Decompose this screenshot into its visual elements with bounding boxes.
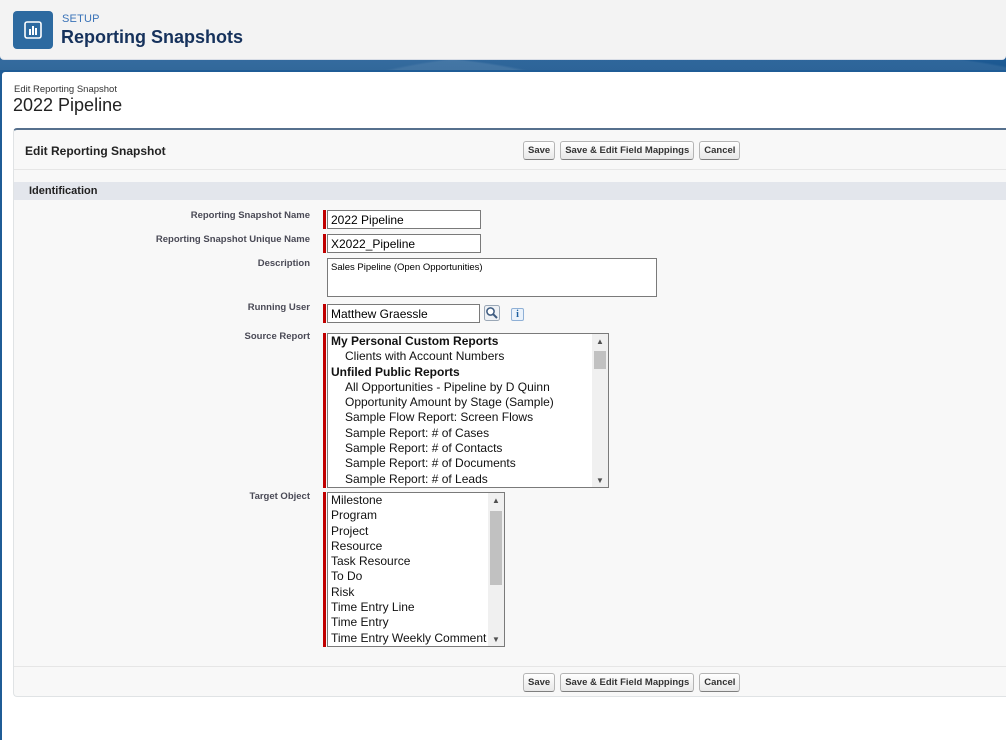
block-footer-divider (14, 666, 1006, 667)
required-indicator (323, 492, 326, 647)
running-user-input[interactable] (327, 304, 480, 323)
source-report-option[interactable]: Sample Report: # of Cases (328, 426, 608, 441)
scroll-down-icon[interactable]: ▼ (488, 632, 504, 646)
target-object-option[interactable]: Resource (328, 539, 504, 554)
cancel-button[interactable]: Cancel (699, 141, 741, 160)
scroll-up-icon[interactable]: ▲ (592, 334, 608, 348)
scrollbar-thumb[interactable] (594, 351, 606, 369)
required-indicator (323, 333, 326, 488)
source-report-scrollbar[interactable]: ▲ ▼ (592, 334, 608, 487)
snapshot-unique-name-label: Reporting Snapshot Unique Name (155, 234, 310, 245)
report-chart-icon (13, 11, 53, 49)
top-button-row: Save Save & Edit Field Mappings Cancel (523, 141, 741, 160)
info-icon[interactable]: i (511, 308, 524, 321)
source-report-option[interactable]: All Opportunities - Pipeline by D Quinn (328, 380, 608, 395)
description-label: Description (257, 258, 310, 269)
target-object-option[interactable]: Time Entry (328, 615, 504, 630)
block-header: Edit Reporting Snapshot Save Save & Edit… (14, 130, 1006, 170)
required-indicator (323, 210, 326, 229)
source-report-option[interactable]: Sample Report: # of Documents (328, 456, 608, 471)
running-user-label: Running User (247, 302, 310, 313)
source-report-listbox[interactable]: My Personal Custom Reports Clients with A… (327, 333, 609, 488)
target-object-option[interactable]: Time Entry Line (328, 600, 504, 615)
block-title: Edit Reporting Snapshot (25, 144, 166, 158)
snapshot-unique-name-input[interactable] (327, 234, 481, 253)
target-object-option[interactable]: Task Resource (328, 554, 504, 569)
page-eyebrow: Edit Reporting Snapshot (14, 84, 117, 95)
source-report-option[interactable]: Sample Flow Report: Screen Flows (328, 410, 608, 425)
setup-title: Reporting Snapshots (61, 27, 244, 47)
section-title: Identification (29, 185, 98, 197)
target-object-option[interactable]: To Do (328, 569, 504, 584)
lookup-search-icon[interactable] (484, 305, 500, 321)
source-report-group-label: Unfiled Public Reports (331, 364, 460, 379)
snapshot-name-input[interactable] (327, 210, 481, 229)
save-edit-field-mappings-button[interactable]: Save & Edit Field Mappings (560, 673, 695, 692)
source-report-option[interactable]: Opportunity Amount by Stage (Sample) (328, 395, 608, 410)
cancel-button[interactable]: Cancel (699, 673, 741, 692)
edit-block: Edit Reporting Snapshot Save Save & Edit… (13, 128, 1006, 697)
setup-header-background: SETUP Reporting Snapshots (0, 0, 1006, 70)
description-textarea[interactable]: Sales Pipeline (Open Opportunities) (327, 258, 657, 297)
snapshot-name-label: Reporting Snapshot Name (190, 210, 310, 221)
scroll-up-icon[interactable]: ▲ (488, 493, 504, 507)
source-report-option[interactable]: Sample Report: # of Leads (328, 472, 608, 487)
target-object-scrollbar[interactable]: ▲ ▼ (488, 493, 504, 646)
target-object-label: Target Object (249, 491, 310, 502)
page-title: 2022 Pipeline (13, 95, 123, 115)
scroll-down-icon[interactable]: ▼ (592, 473, 608, 487)
source-report-option[interactable]: Sample Report: # of Contacts (328, 441, 608, 456)
source-report-option[interactable]: Clients with Account Numbers (328, 349, 608, 364)
main-content: Edit Reporting Snapshot 2022 Pipeline Ed… (2, 72, 1006, 740)
target-object-option[interactable]: Risk (328, 585, 504, 600)
target-object-option[interactable]: Milestone (328, 493, 504, 508)
scrollbar-thumb[interactable] (490, 511, 502, 585)
required-indicator (323, 234, 326, 253)
source-report-group-label: My Personal Custom Reports (331, 334, 499, 348)
source-report-label: Source Report (244, 331, 310, 342)
target-object-listbox[interactable]: Milestone Program Project Resource Task Reso… (327, 492, 505, 647)
target-object-option[interactable]: Project (328, 524, 504, 539)
setup-header: SETUP Reporting Snapshots (0, 0, 1006, 60)
section-header-identification: Identification (14, 182, 1006, 200)
save-edit-field-mappings-button[interactable]: Save & Edit Field Mappings (560, 141, 695, 160)
save-button[interactable]: Save (523, 141, 556, 160)
save-button[interactable]: Save (523, 673, 556, 692)
bottom-button-row: Save Save & Edit Field Mappings Cancel (523, 673, 741, 692)
target-object-option[interactable]: Program (328, 508, 504, 523)
target-object-option[interactable]: Time Entry Weekly Comment (328, 631, 504, 646)
required-indicator (323, 304, 326, 323)
setup-eyebrow: SETUP (62, 13, 100, 25)
